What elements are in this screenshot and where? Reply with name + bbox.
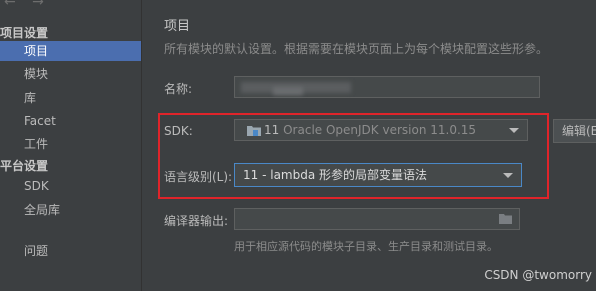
- compiler-output-label: 编译器输出:: [164, 214, 229, 228]
- language-level-value: 11 - lambda 形参的局部变量语法: [243, 168, 428, 182]
- folder-browse-icon[interactable]: [499, 214, 512, 224]
- sidebar-item-project[interactable]: 项目: [0, 41, 141, 61]
- settings-sidebar: ← → 项目设置 项目 模块 库 Facet 工件 平台设置 SDK 全局库 问…: [0, 0, 142, 291]
- blurred-project-name-detail: [273, 87, 303, 95]
- edit-sdk-button[interactable]: 编辑(E): [553, 119, 596, 143]
- page-description: 所有模块的默认设置。根据需要在模块页面上为每个模块配置这些形参。: [164, 42, 549, 56]
- project-settings-panel: 项目 所有模块的默认设置。根据需要在模块页面上为每个模块配置这些形参。 名称: …: [142, 0, 596, 291]
- sdk-value-text: 11 Oracle OpenJDK version 11.0.15: [264, 120, 476, 140]
- language-level-dropdown[interactable]: 11 - lambda 形参的局部变量语法: [234, 163, 522, 187]
- name-label: 名称:: [164, 82, 193, 96]
- csdn-watermark: CSDN @twomorry: [484, 268, 592, 282]
- sidebar-item-modules[interactable]: 模块: [0, 64, 141, 84]
- compiler-output-field[interactable]: [234, 208, 520, 230]
- sidebar-item-libraries[interactable]: 库: [0, 88, 141, 108]
- sidebar-item-problems[interactable]: 问题: [0, 241, 141, 261]
- project-name-field[interactable]: [234, 76, 540, 98]
- sidebar-item-sdk[interactable]: SDK: [0, 176, 141, 196]
- sidebar-item-global-libraries[interactable]: 全局库: [0, 200, 141, 220]
- jdk-folder-icon: [247, 126, 261, 136]
- project-settings-heading: 项目设置: [0, 26, 49, 40]
- chevron-down-icon: [509, 128, 519, 133]
- page-title: 项目: [164, 19, 191, 34]
- sdk-value: Oracle OpenJDK version 11.0.15: [283, 123, 477, 137]
- sdk-version-number: 11: [264, 123, 280, 137]
- chevron-down-icon: [503, 173, 513, 178]
- sdk-label: SDK:: [164, 124, 193, 138]
- nav-arrows[interactable]: ← →: [4, 0, 50, 10]
- compiler-output-hint: 用于相应源代码的模块子目录、生产目录和测试目录。: [234, 240, 498, 253]
- sdk-dropdown[interactable]: 11 Oracle OpenJDK version 11.0.15: [234, 119, 528, 141]
- platform-settings-heading: 平台设置: [0, 159, 49, 173]
- sidebar-item-facets[interactable]: Facet: [0, 111, 141, 131]
- language-level-label: 语言级别(L):: [164, 170, 233, 184]
- sidebar-item-artifacts[interactable]: 工件: [0, 134, 141, 154]
